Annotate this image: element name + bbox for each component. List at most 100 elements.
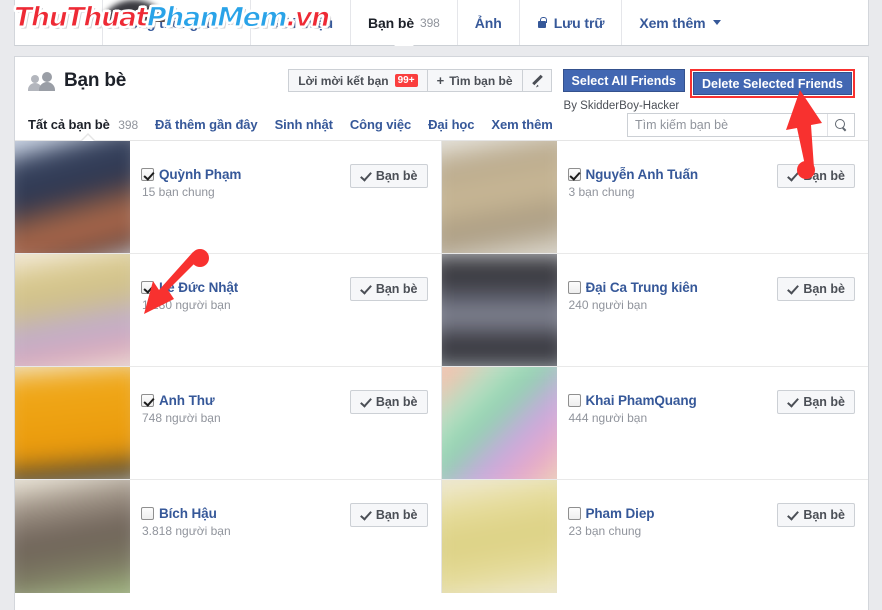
- page-right-gutter: [869, 0, 882, 610]
- lock-icon: [537, 16, 548, 29]
- friend-status-button[interactable]: Bạn bè: [349, 503, 428, 527]
- friend-select-checkbox[interactable]: [141, 281, 154, 294]
- friend-select-checkbox[interactable]: [141, 507, 154, 520]
- friend-row: Pham Diep 23 bạn chung Bạn bè: [441, 480, 869, 593]
- chevron-down-icon: [712, 20, 721, 25]
- chevron-down-icon: [224, 20, 233, 25]
- friend-requests-button[interactable]: Lời mời kết bạn 99+: [288, 69, 428, 92]
- friend-avatar[interactable]: [15, 367, 130, 479]
- friend-name-line: Anh Thư: [141, 393, 342, 408]
- friend-row-body: Bích Hậu 3.818 người bạn Bạn bè: [130, 480, 441, 593]
- tab-more[interactable]: Xem thêm: [491, 117, 552, 132]
- friend-row: Khai PhamQuang 444 người bạn Bạn bè: [441, 367, 869, 480]
- friend-status-label: Bạn bè: [803, 508, 845, 522]
- friends-grid: Quỳnh Phạm 15 bạn chung Bạn bè Lê Đức Nhật 1…: [15, 141, 868, 593]
- friend-row-body: Pham Diep 23 bạn chung Bạn bè: [557, 480, 869, 593]
- friend-avatar[interactable]: [441, 480, 557, 593]
- friend-status-label: Bạn bè: [803, 169, 845, 183]
- friend-info: Pham Diep 23 bạn chung: [567, 506, 770, 538]
- friend-name-link[interactable]: Quỳnh Phạm: [159, 167, 241, 182]
- friend-avatar[interactable]: [15, 480, 130, 593]
- check-icon: [787, 284, 797, 294]
- select-all-friends-label: Select All Friends: [571, 73, 676, 88]
- friend-row-body: Khai PhamQuang 444 người bạn Bạn bè: [557, 367, 869, 479]
- nav-item-friends-count: 398: [420, 15, 440, 30]
- avatar: [15, 141, 130, 253]
- friend-status-button[interactable]: Bạn bè: [349, 164, 428, 188]
- friend-status-button[interactable]: Bạn bè: [777, 164, 855, 188]
- search-input[interactable]: [628, 113, 827, 136]
- friend-name-link[interactable]: Nguyễn Anh Tuấn: [586, 167, 699, 182]
- friend-status-label: Bạn bè: [375, 169, 418, 183]
- friend-name-line: Pham Diep: [567, 506, 770, 521]
- friends-search-box[interactable]: [627, 112, 855, 137]
- nav-item-more-label: Xem thêm: [639, 14, 706, 31]
- friend-row: Quỳnh Phạm 15 bạn chung Bạn bè: [15, 141, 441, 254]
- search-button[interactable]: [827, 113, 854, 136]
- select-all-friends-button[interactable]: Select All Friends: [562, 69, 685, 92]
- friend-row-body: Quỳnh Phạm 15 bạn chung Bạn bè: [130, 141, 441, 253]
- nav-item-more[interactable]: Xem thêm: [622, 0, 737, 45]
- friend-status-button[interactable]: Bạn bè: [349, 277, 428, 301]
- friend-select-checkbox[interactable]: [141, 168, 154, 181]
- tab-birthdays[interactable]: Sinh nhật: [275, 117, 333, 132]
- search-icon: [835, 118, 847, 131]
- tab-college[interactable]: Đại học: [428, 117, 474, 132]
- check-icon: [787, 171, 797, 181]
- find-friends-button[interactable]: + Tìm bạn bè: [426, 69, 523, 92]
- friend-info: Lê Đức Nhật 1.280 người bạn: [141, 280, 342, 312]
- friend-status-label: Bạn bè: [803, 395, 845, 409]
- friend-info: Quỳnh Phạm 15 bạn chung: [141, 167, 342, 199]
- friend-avatar[interactable]: [441, 254, 557, 366]
- nav-item-about[interactable]: Giới thiệu: [251, 0, 351, 45]
- friend-select-checkbox[interactable]: [567, 507, 581, 520]
- delete-selected-friends-highlight: Delete Selected Friends: [689, 69, 855, 98]
- tab-more-label: Xem thêm: [491, 117, 553, 132]
- check-icon: [787, 510, 797, 520]
- friend-meta: 444 người bạn: [568, 411, 648, 425]
- friend-status-label: Bạn bè: [375, 395, 418, 409]
- friend-name-link[interactable]: Bích Hậu: [159, 506, 217, 521]
- nav-item-archive[interactable]: Lưu trữ: [520, 0, 623, 45]
- friend-status-button[interactable]: Bạn bè: [777, 390, 855, 414]
- friend-select-checkbox[interactable]: [141, 394, 154, 407]
- tab-birthdays-label: Sinh nhật: [274, 117, 333, 132]
- friend-status-label: Bạn bè: [375, 282, 418, 296]
- friend-info: Nguyễn Anh Tuấn 3 bạn chung: [567, 167, 770, 199]
- friend-name-link[interactable]: Khai PhamQuang: [586, 393, 697, 408]
- friend-avatar[interactable]: [15, 141, 130, 253]
- friend-select-checkbox[interactable]: [567, 281, 581, 294]
- delete-selected-friends-button[interactable]: Delete Selected Friends: [692, 72, 852, 95]
- tab-recently-added[interactable]: Đã thêm gần đây: [155, 117, 258, 132]
- check-icon: [360, 510, 370, 520]
- edit-friends-button[interactable]: [521, 69, 552, 92]
- nav-item-friends[interactable]: Bạn bè 398: [351, 0, 458, 46]
- friend-name-link[interactable]: Pham Diep: [586, 506, 655, 521]
- friend-select-checkbox[interactable]: [567, 168, 581, 181]
- pencil-icon: [532, 75, 542, 86]
- nav-item-photos[interactable]: Ảnh: [458, 0, 520, 45]
- friend-name-line: Lê Đức Nhật: [141, 280, 342, 295]
- check-icon: [360, 171, 370, 181]
- friend-name-link[interactable]: Anh Thư: [159, 393, 215, 408]
- friend-meta: 23 bạn chung: [568, 524, 642, 538]
- nav-active-pointer: [393, 37, 414, 46]
- avatar: [15, 254, 130, 366]
- friend-avatar[interactable]: [15, 254, 130, 366]
- friend-meta: 3.818 người bạn: [142, 524, 231, 538]
- friend-status-button[interactable]: Bạn bè: [777, 277, 855, 301]
- friend-select-checkbox[interactable]: [567, 394, 581, 407]
- avatar: [441, 480, 557, 593]
- tab-all-friends[interactable]: Tất cả bạn bè 398: [28, 117, 138, 142]
- friend-status-button[interactable]: Bạn bè: [777, 503, 855, 527]
- friend-name-link[interactable]: Đại Ca Trung kiên: [586, 280, 698, 295]
- friend-meta: 15 bạn chung: [142, 185, 215, 199]
- tab-work[interactable]: Công việc: [350, 117, 411, 132]
- friend-name-link[interactable]: Lê Đức Nhật: [159, 280, 238, 295]
- friend-avatar[interactable]: [441, 141, 557, 253]
- extension-buttons-row: Select All Friends Delete Selected Frien…: [562, 69, 855, 98]
- friend-avatar[interactable]: [441, 367, 557, 479]
- friend-row: Lê Đức Nhật 1.280 người bạn Bạn bè: [15, 254, 441, 367]
- friend-status-button[interactable]: Bạn bè: [349, 390, 428, 414]
- find-friends-label: Tìm bạn bè: [449, 73, 513, 88]
